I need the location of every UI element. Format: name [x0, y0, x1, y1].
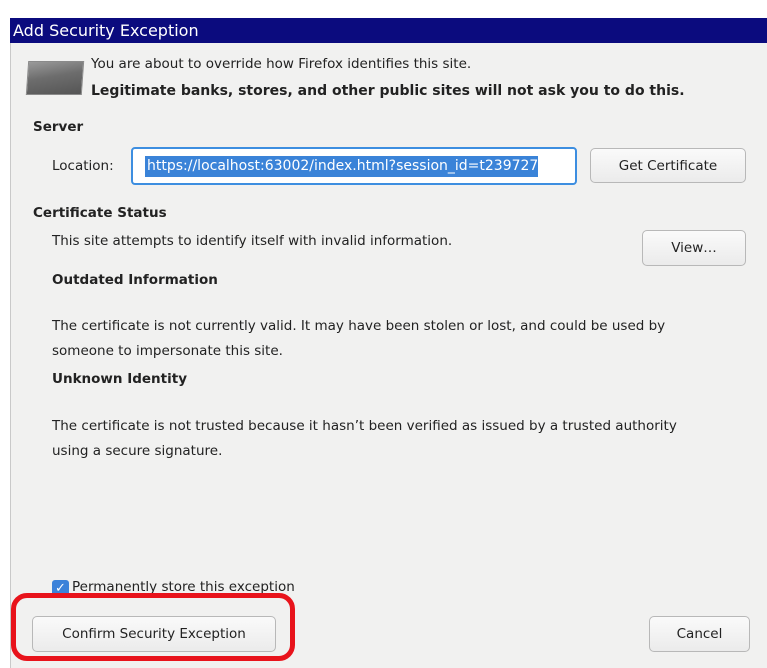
server-heading: Server	[33, 119, 84, 135]
warning-image-icon	[25, 61, 85, 95]
location-input[interactable]: https://localhost:63002/index.html?sessi…	[131, 147, 577, 185]
unknown-identity-text: The certificate is not trusted because i…	[52, 418, 677, 434]
get-certificate-button[interactable]: Get Certificate	[590, 148, 746, 183]
window-title: Add Security Exception	[10, 18, 767, 43]
view-button[interactable]: View…	[642, 230, 746, 266]
checkmark-icon: ✓	[55, 581, 66, 596]
permanent-store-checkbox[interactable]: ✓	[52, 580, 69, 597]
certificate-status-heading: Certificate Status	[33, 205, 167, 221]
outdated-information-text: someone to impersonate this site.	[52, 343, 283, 359]
permanent-store-label[interactable]: Permanently store this exception	[72, 579, 295, 595]
outdated-information-text: The certificate is not currently valid. …	[52, 318, 666, 334]
intro-text: You are about to override how Firefox id…	[91, 56, 472, 72]
location-label: Location:	[52, 158, 114, 174]
certificate-status-summary: This site attempts to identify itself wi…	[52, 233, 453, 249]
location-value: https://localhost:63002/index.html?sessi…	[145, 155, 539, 177]
unknown-identity-text: using a secure signature.	[52, 443, 223, 459]
outdated-information-heading: Outdated Information	[52, 272, 218, 288]
confirm-security-exception-button[interactable]: Confirm Security Exception	[32, 616, 276, 652]
cancel-button[interactable]: Cancel	[649, 616, 750, 652]
intro-warning: Legitimate banks, stores, and other publ…	[91, 83, 685, 99]
unknown-identity-heading: Unknown Identity	[52, 371, 188, 387]
